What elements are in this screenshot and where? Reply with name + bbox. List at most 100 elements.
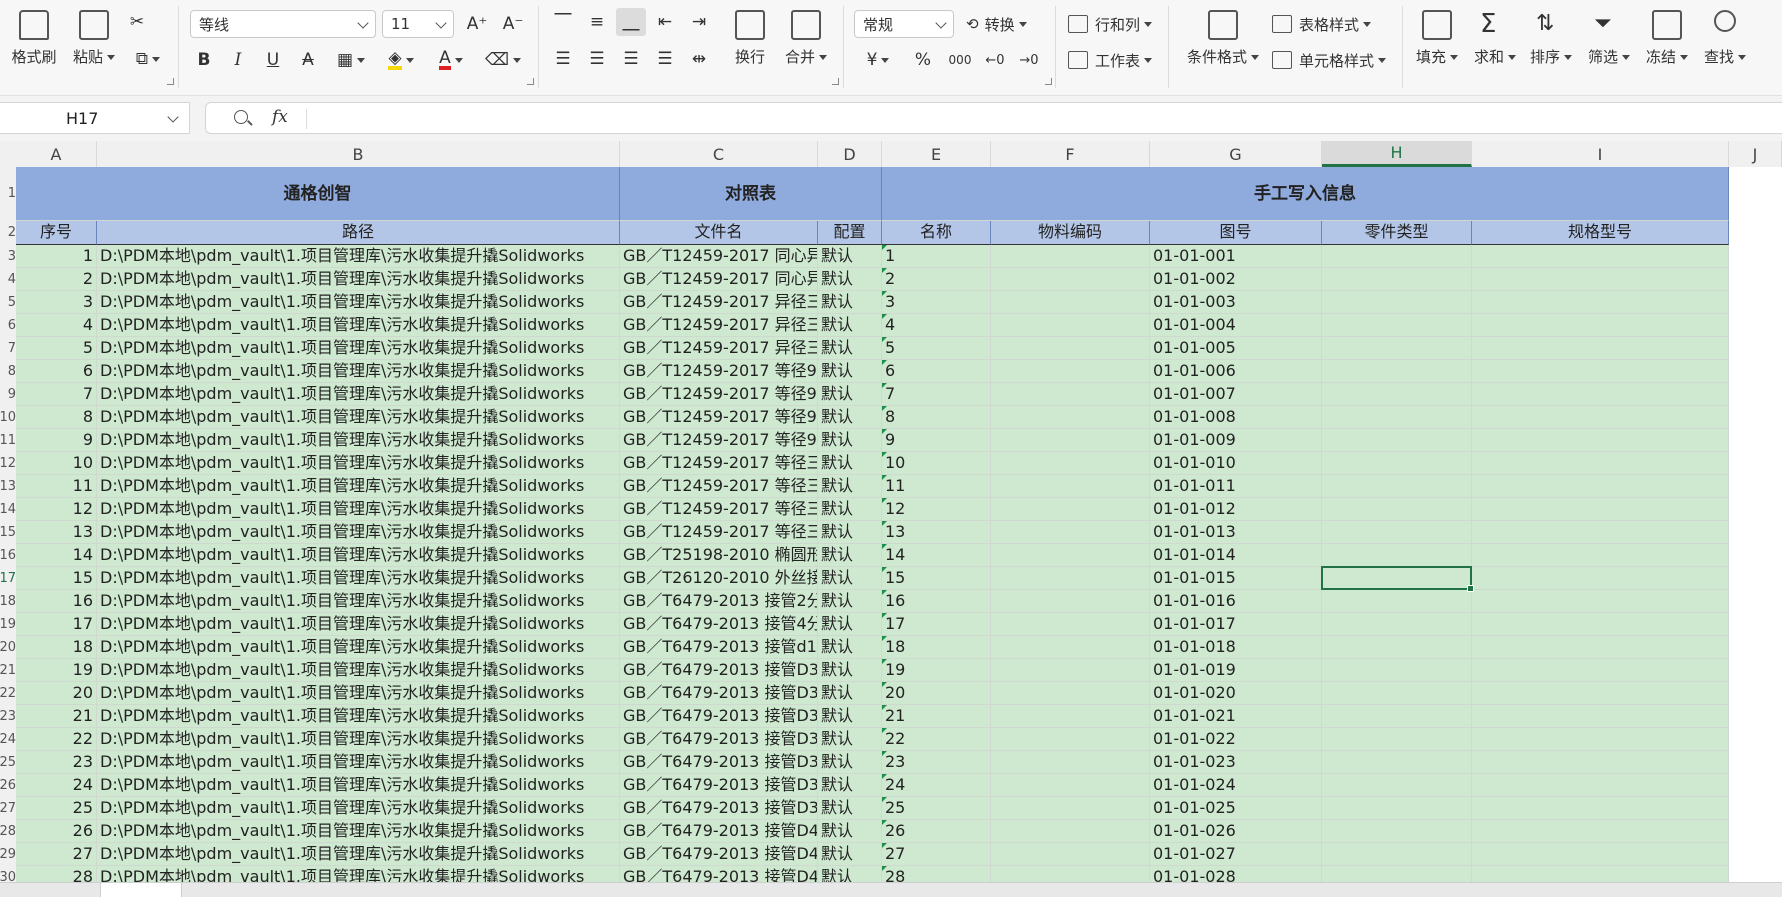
worksheet-button[interactable]: 工作表 xyxy=(1068,46,1153,74)
table-cell[interactable]: D:\PDM本地\pdm_vault\1.项目管理库\污水收集提升撬Solidw… xyxy=(97,475,620,498)
column-header-f[interactable]: F xyxy=(991,141,1150,167)
row-header[interactable]: 24 xyxy=(0,728,16,751)
selected-cell-outline[interactable] xyxy=(1321,566,1474,592)
table-cell[interactable]: GB／T6479-2013 接管D33 xyxy=(620,682,818,705)
table-cell[interactable]: 18 xyxy=(882,636,991,659)
table-cell[interactable]: GB／T25198-2010 椭圆形 xyxy=(620,544,818,567)
borders-button[interactable]: ▦ xyxy=(330,46,372,74)
table-cell[interactable]: 24 xyxy=(16,774,97,797)
table-cell[interactable]: 16 xyxy=(16,590,97,613)
table-cell[interactable]: 01-01-011 xyxy=(1150,475,1322,498)
align-bottom-button[interactable]: ⎽ xyxy=(616,8,646,36)
table-cell[interactable]: 默认 xyxy=(818,728,882,751)
table-cell[interactable] xyxy=(1322,843,1472,866)
table-cell[interactable] xyxy=(1472,521,1729,544)
worksheet-grid[interactable]: 通格创智 对照表 手工写入信息 序号 路径 文件名 配置 名称 物料编码 图号 零件类型 规格型号 1 D… xyxy=(16,167,1782,882)
table-cell[interactable]: D:\PDM本地\pdm_vault\1.项目管理库\污水收集提升撬Solidw… xyxy=(97,245,620,268)
rows-cols-button[interactable]: 行和列 xyxy=(1068,10,1153,38)
table-cell[interactable] xyxy=(991,337,1150,360)
table-cell[interactable] xyxy=(1322,383,1472,406)
row-header[interactable]: 10 xyxy=(0,406,16,429)
table-cell[interactable]: GB／T12459-2017 同心异 xyxy=(620,268,818,291)
bold-button[interactable]: B xyxy=(189,46,219,74)
table-cell[interactable]: 21 xyxy=(16,705,97,728)
table-cell[interactable]: GB／T12459-2017 等径90 xyxy=(620,429,818,452)
table-cell[interactable]: 5 xyxy=(16,337,97,360)
table-cell[interactable]: GB／T12459-2017 等径三 xyxy=(620,498,818,521)
table-cell[interactable]: GB／T12459-2017 等径90 xyxy=(620,406,818,429)
table-cell[interactable]: 13 xyxy=(882,521,991,544)
format-painter-button[interactable]: 格式刷 xyxy=(2,10,66,67)
table-cell[interactable]: 7 xyxy=(16,383,97,406)
table-cell[interactable] xyxy=(1472,705,1729,728)
table-cell[interactable] xyxy=(991,360,1150,383)
table-cell[interactable]: 16 xyxy=(882,590,991,613)
table-cell[interactable] xyxy=(1322,705,1472,728)
table-cell[interactable]: GB／T26120-2010 外丝接 xyxy=(620,567,818,590)
table-cell[interactable] xyxy=(991,636,1150,659)
fill-color-button[interactable]: ◈ xyxy=(380,46,422,74)
table-cell[interactable]: D:\PDM本地\pdm_vault\1.项目管理库\污水收集提升撬Solidw… xyxy=(97,521,620,544)
table-cell[interactable]: D:\PDM本地\pdm_vault\1.项目管理库\污水收集提升撬Solidw… xyxy=(97,774,620,797)
table-cell[interactable]: D:\PDM本地\pdm_vault\1.项目管理库\污水收集提升撬Solidw… xyxy=(97,383,620,406)
table-cell[interactable]: 11 xyxy=(882,475,991,498)
table-cell[interactable] xyxy=(991,406,1150,429)
table-cell[interactable]: 01-01-017 xyxy=(1150,613,1322,636)
currency-button[interactable]: ¥ xyxy=(858,46,898,74)
row-header[interactable]: 18 xyxy=(0,590,16,613)
table-cell[interactable]: 01-01-022 xyxy=(1150,728,1322,751)
freeze-button[interactable]: 冻结 xyxy=(1638,10,1696,67)
table-cell[interactable]: 27 xyxy=(882,843,991,866)
table-cell[interactable]: 默认 xyxy=(818,429,882,452)
align-right-button[interactable]: ☰ xyxy=(616,45,646,73)
table-cell[interactable]: 01-01-008 xyxy=(1150,406,1322,429)
table-cell[interactable]: 01-01-016 xyxy=(1150,590,1322,613)
table-cell[interactable] xyxy=(1472,452,1729,475)
row-header[interactable]: 8 xyxy=(0,360,16,383)
table-cell[interactable]: 01-01-014 xyxy=(1150,544,1322,567)
column-header-h[interactable]: H xyxy=(1322,141,1472,167)
table-cell[interactable]: 默认 xyxy=(818,268,882,291)
table-cell[interactable]: 01-01-007 xyxy=(1150,383,1322,406)
table-cell[interactable]: 01-01-005 xyxy=(1150,337,1322,360)
table-cell[interactable]: 默认 xyxy=(818,659,882,682)
table-cell[interactable]: 8 xyxy=(882,406,991,429)
row-header[interactable]: 21 xyxy=(0,659,16,682)
table-cell[interactable]: 默认 xyxy=(818,682,882,705)
fill-button[interactable]: 填充 xyxy=(1408,10,1466,67)
sheet-tab-active[interactable] xyxy=(100,883,182,897)
table-cell[interactable]: 默认 xyxy=(818,383,882,406)
table-cell[interactable]: 默认 xyxy=(818,314,882,337)
table-cell[interactable] xyxy=(1472,314,1729,337)
table-cell[interactable] xyxy=(1472,797,1729,820)
table-cell[interactable] xyxy=(1472,337,1729,360)
row-header[interactable]: 1 xyxy=(0,167,16,221)
table-cell[interactable]: GB／T12459-2017 等径90 xyxy=(620,383,818,406)
row-header[interactable]: 26 xyxy=(0,774,16,797)
increase-indent-button[interactable]: ⇥ xyxy=(684,8,714,36)
increase-decimal-button[interactable]: ←0 xyxy=(980,46,1010,74)
table-cell[interactable]: 默认 xyxy=(818,843,882,866)
table-cell[interactable]: D:\PDM本地\pdm_vault\1.项目管理库\污水收集提升撬Solidw… xyxy=(97,797,620,820)
thousands-button[interactable]: 000 xyxy=(945,46,975,74)
table-cell[interactable]: 12 xyxy=(16,498,97,521)
table-cell[interactable]: 01-01-001 xyxy=(1150,245,1322,268)
cell-style-button[interactable]: 单元格样式 xyxy=(1272,46,1387,74)
sum-button[interactable]: Σ 求和 xyxy=(1466,10,1524,67)
decrease-decimal-button[interactable]: →0 xyxy=(1014,46,1044,74)
table-cell[interactable] xyxy=(1322,245,1472,268)
table-cell[interactable]: GB／T6479-2013 接管D42 xyxy=(620,866,818,882)
column-header-c[interactable]: C xyxy=(620,141,818,167)
table-cell[interactable] xyxy=(1322,498,1472,521)
table-cell[interactable]: GB／T6479-2013 接管D42 xyxy=(620,820,818,843)
table-cell[interactable] xyxy=(1322,728,1472,751)
table-cell[interactable] xyxy=(991,797,1150,820)
column-header-a[interactable]: A xyxy=(16,141,97,167)
underline-button[interactable]: U xyxy=(258,46,288,74)
table-cell[interactable] xyxy=(991,590,1150,613)
table-cell[interactable]: D:\PDM本地\pdm_vault\1.项目管理库\污水收集提升撬Solidw… xyxy=(97,314,620,337)
number-launcher-icon[interactable] xyxy=(1045,78,1052,85)
row-header[interactable]: 15 xyxy=(0,521,16,544)
table-cell[interactable]: 21 xyxy=(882,705,991,728)
row-header[interactable]: 22 xyxy=(0,682,16,705)
